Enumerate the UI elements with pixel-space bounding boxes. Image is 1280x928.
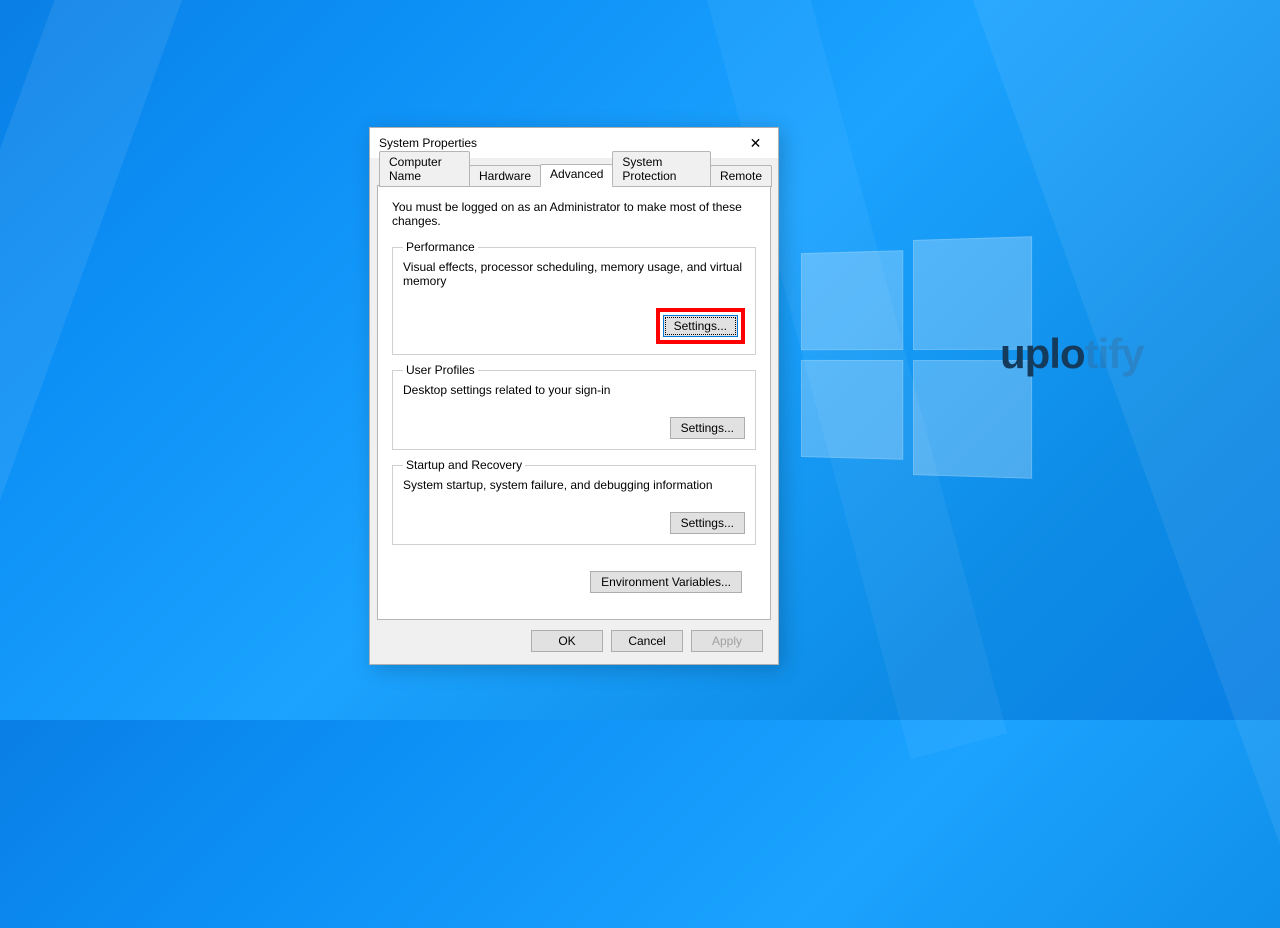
user-profiles-settings-button[interactable]: Settings...: [670, 417, 745, 439]
group-performance-legend: Performance: [403, 240, 478, 254]
watermark-bold: uplo: [1000, 330, 1085, 377]
tab-pane-advanced: You must be logged on as an Administrato…: [377, 185, 771, 620]
group-user-profiles-legend: User Profiles: [403, 363, 478, 377]
group-startup-desc: System startup, system failure, and debu…: [403, 478, 745, 492]
highlight-box: Settings...: [656, 308, 745, 344]
tabstrip: Computer Name Hardware Advanced System P…: [377, 165, 771, 186]
watermark-faded: tify: [1085, 330, 1144, 377]
tab-system-protection[interactable]: System Protection: [612, 151, 711, 187]
apply-button[interactable]: Apply: [691, 630, 763, 652]
tab-computer-name[interactable]: Computer Name: [379, 151, 470, 187]
watermark-text: uplotify: [1000, 330, 1144, 378]
close-icon[interactable]: ✕: [733, 128, 778, 158]
cancel-button[interactable]: Cancel: [611, 630, 683, 652]
startup-settings-button[interactable]: Settings...: [670, 512, 745, 534]
tab-advanced[interactable]: Advanced: [540, 164, 613, 186]
group-startup-recovery: Startup and Recovery System startup, sys…: [392, 458, 756, 545]
background-ray: [0, 0, 81, 872]
group-user-profiles: User Profiles Desktop settings related t…: [392, 363, 756, 450]
group-performance-desc: Visual effects, processor scheduling, me…: [403, 260, 745, 288]
system-properties-dialog: System Properties ✕ Computer Name Hardwa…: [369, 127, 779, 665]
window-title: System Properties: [379, 136, 733, 150]
environment-variables-button[interactable]: Environment Variables...: [590, 571, 742, 593]
admin-note: You must be logged on as an Administrato…: [392, 200, 756, 228]
windows-logo-icon: [801, 236, 1031, 478]
group-user-profiles-desc: Desktop settings related to your sign-in: [403, 383, 745, 397]
group-performance: Performance Visual effects, processor sc…: [392, 240, 756, 355]
group-startup-legend: Startup and Recovery: [403, 458, 525, 472]
tab-hardware[interactable]: Hardware: [469, 165, 541, 187]
ok-button[interactable]: OK: [531, 630, 603, 652]
background-ray: [0, 0, 313, 769]
dialog-button-row: OK Cancel Apply: [377, 620, 771, 652]
dialog-body: Computer Name Hardware Advanced System P…: [370, 158, 778, 664]
tab-remote[interactable]: Remote: [710, 165, 772, 187]
performance-settings-button[interactable]: Settings...: [663, 315, 738, 337]
